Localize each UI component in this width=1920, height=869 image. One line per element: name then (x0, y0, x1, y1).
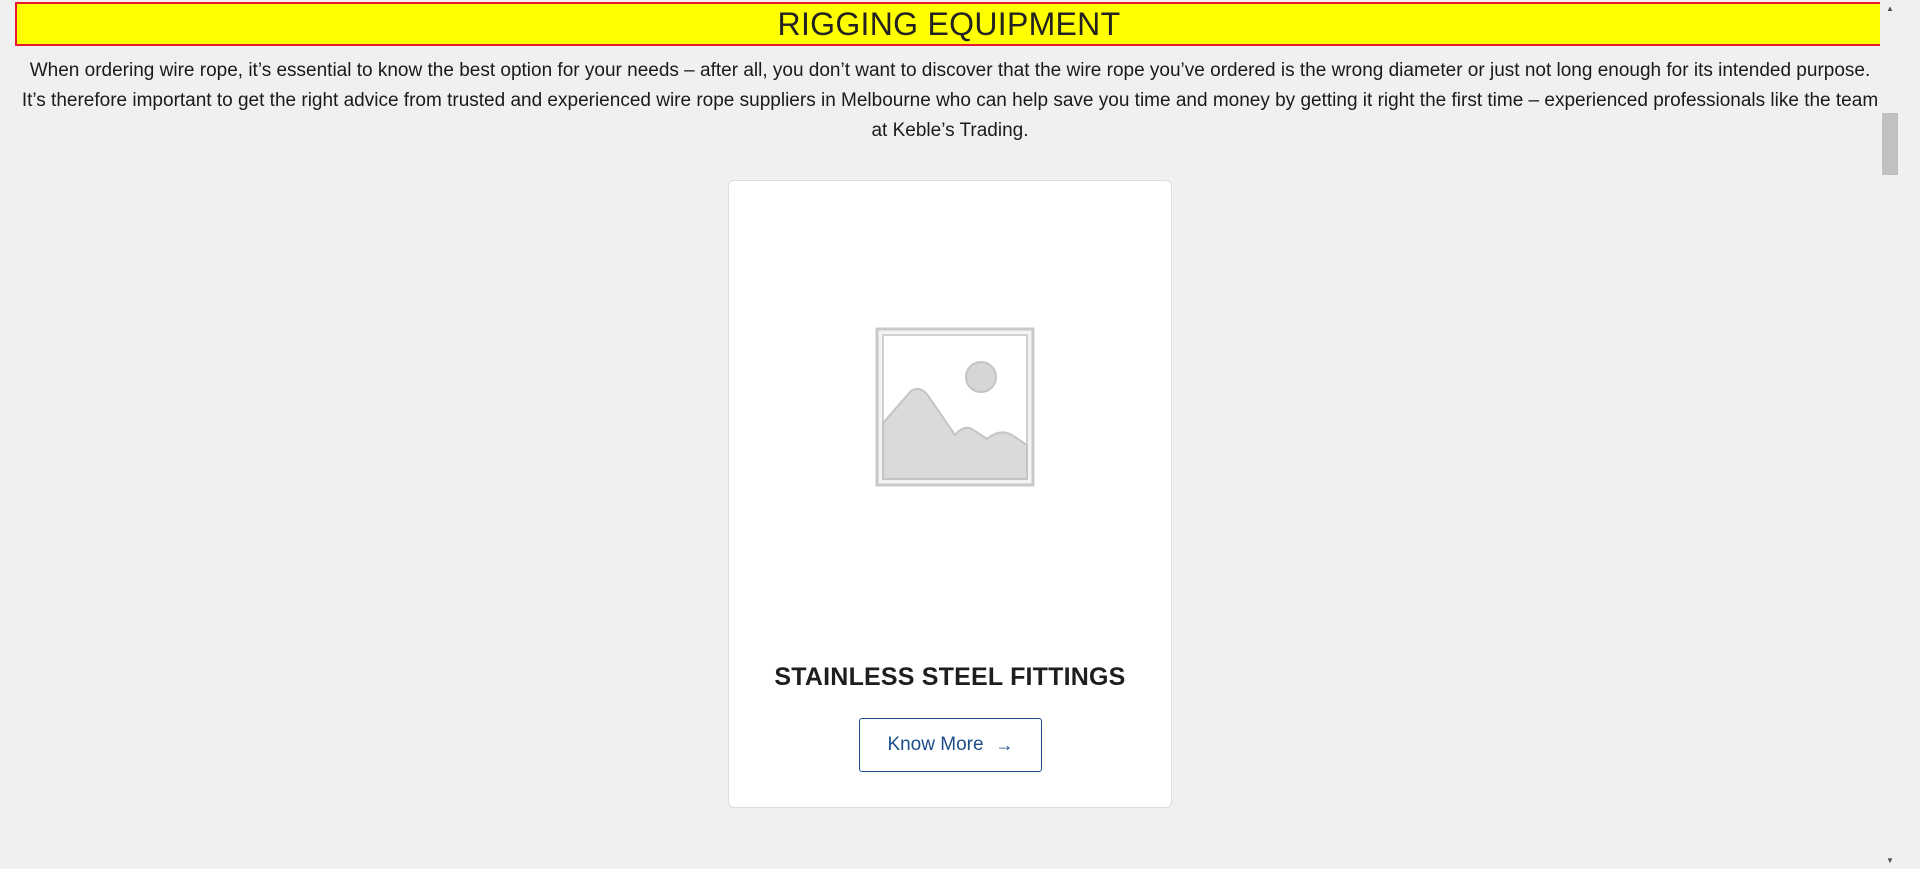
know-more-label: Know More (887, 734, 984, 755)
scroll-down-icon[interactable]: ▼ (1880, 852, 1900, 869)
section-banner: RIGGING EQUIPMENT (15, 2, 1883, 46)
product-title: STAINLESS STEEL FITTINGS (774, 663, 1126, 691)
scroll-up-icon[interactable]: ▲ (1880, 0, 1900, 17)
vertical-scrollbar[interactable]: ▲ ▼ (1880, 0, 1900, 869)
image-placeholder-icon (875, 327, 1035, 487)
arrow-right-icon: → (995, 735, 1014, 755)
scrollbar-thumb[interactable] (1882, 113, 1898, 175)
section-title: RIGGING EQUIPMENT (777, 5, 1121, 42)
know-more-button[interactable]: Know More → (859, 718, 1042, 772)
product-card: STAINLESS STEEL FITTINGS Know More → (728, 180, 1172, 808)
page: RIGGING EQUIPMENT When ordering wire rop… (0, 0, 1900, 869)
intro-paragraph: When ordering wire rope, it’s essential … (21, 60, 1879, 141)
